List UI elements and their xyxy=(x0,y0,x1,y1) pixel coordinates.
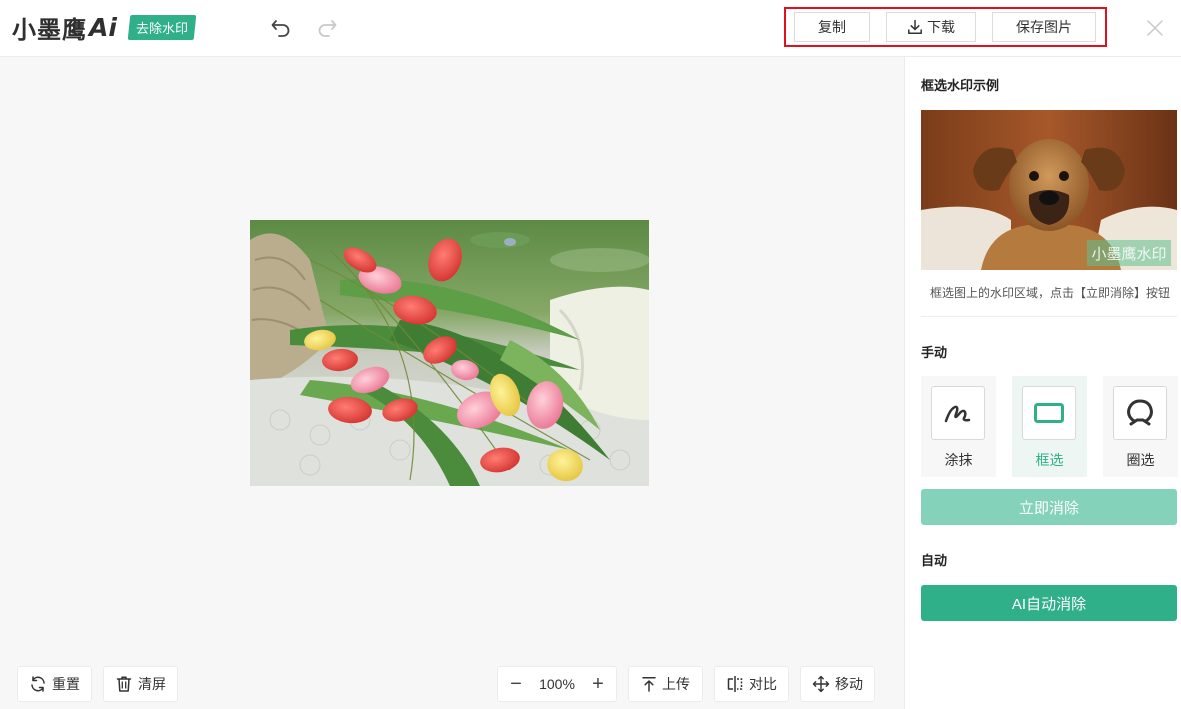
compare-label: 对比 xyxy=(749,676,777,692)
tool-brush-label: 涂抹 xyxy=(944,452,973,468)
erase-now-label: 立即消除 xyxy=(1018,499,1079,517)
tool-panel: 框选水印示例 小墨鹰水印 框选图上的水印区域，点击【立即消除】按钮 手动 涂抹 … xyxy=(906,57,1181,709)
copy-label: 复制 xyxy=(818,19,846,35)
compare-icon xyxy=(727,676,743,692)
move-button[interactable]: 移动 xyxy=(800,666,875,702)
upload-button[interactable]: 上传 xyxy=(628,666,703,702)
ai-auto-erase-button[interactable]: AI自动消除 xyxy=(921,585,1177,621)
tool-rect-label: 框选 xyxy=(1035,452,1064,468)
redo-button[interactable] xyxy=(315,15,339,39)
copy-button[interactable]: 复制 xyxy=(794,12,870,42)
top-bar: 小墨鹰 Ai 去除水印 复制 下载 保存图片 xyxy=(0,0,1181,57)
upload-label: 上传 xyxy=(662,676,690,692)
move-label: 移动 xyxy=(835,676,863,692)
tool-rect-icon-box xyxy=(1022,386,1076,440)
tool-rect-select[interactable]: 框选 xyxy=(1012,376,1087,477)
download-icon xyxy=(908,19,922,34)
tool-lasso-label: 圈选 xyxy=(1126,452,1155,468)
undo-icon xyxy=(271,20,290,37)
reset-button[interactable]: 重置 xyxy=(17,666,92,702)
redo-icon xyxy=(318,20,337,37)
manual-title: 手动 xyxy=(921,345,948,360)
example-title: 框选水印示例 xyxy=(921,78,1000,93)
tool-brush[interactable]: 涂抹 xyxy=(921,376,996,477)
editor-canvas[interactable]: 重置 清屏 − 100% + 上传 对比 移动 xyxy=(0,57,905,709)
move-icon xyxy=(812,675,830,693)
download-button[interactable]: 下载 xyxy=(886,12,976,42)
example-watermark-text: 小墨鹰水印 xyxy=(1091,245,1166,263)
ai-auto-erase-label: AI自动消除 xyxy=(1011,595,1087,613)
undo-button[interactable] xyxy=(269,15,293,39)
mode-badge: 去除水印 xyxy=(127,14,197,40)
reset-label: 重置 xyxy=(52,676,80,692)
download-label: 下载 xyxy=(927,19,955,35)
rectangle-select-icon xyxy=(1034,403,1064,423)
upload-icon xyxy=(642,677,656,692)
save-image-button[interactable]: 保存图片 xyxy=(992,12,1096,42)
lasso-icon xyxy=(1127,399,1153,426)
clear-screen-button[interactable]: 清屏 xyxy=(103,666,178,702)
export-actions-group: 复制 下载 保存图片 xyxy=(784,7,1107,47)
divider xyxy=(921,316,1177,317)
example-image: 小墨鹰水印 xyxy=(921,110,1177,270)
tool-brush-icon-box xyxy=(931,386,985,440)
auto-title: 自动 xyxy=(921,553,948,568)
brush-icon xyxy=(944,405,971,423)
tool-lasso-icon-box xyxy=(1113,386,1167,440)
erase-now-button[interactable]: 立即消除 xyxy=(921,489,1177,525)
zoom-control: − 100% + xyxy=(497,666,617,702)
example-caption: 框选图上的水印区域，点击【立即消除】按钮 xyxy=(929,286,1170,300)
zoom-level: 100% xyxy=(539,676,575,692)
mode-badge-label: 去除水印 xyxy=(135,20,188,36)
logo: 小墨鹰 Ai 去除水印 xyxy=(12,11,197,44)
zoom-out-button[interactable]: − xyxy=(508,674,524,694)
tool-lasso[interactable]: 圈选 xyxy=(1103,376,1178,477)
logo-text: 小墨鹰 xyxy=(12,15,87,44)
logo-ai: Ai xyxy=(89,12,117,42)
edited-image[interactable] xyxy=(250,220,649,486)
zoom-in-button[interactable]: + xyxy=(590,674,606,694)
clear-label: 清屏 xyxy=(138,676,166,692)
trash-icon xyxy=(116,676,132,692)
refresh-icon xyxy=(31,676,45,692)
close-icon[interactable] xyxy=(1144,17,1166,39)
compare-button[interactable]: 对比 xyxy=(714,666,789,702)
save-image-label: 保存图片 xyxy=(1016,19,1072,35)
